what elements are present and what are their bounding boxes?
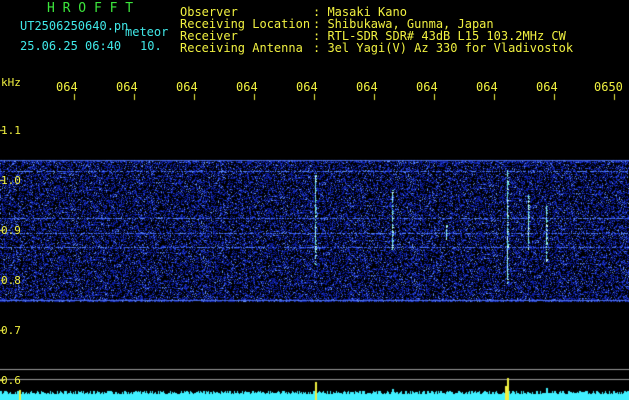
time-tick: 064 <box>176 80 198 94</box>
time-tick: 064 <box>296 80 318 94</box>
time-tick: 0650 <box>594 80 623 94</box>
time-tick: 064 <box>476 80 498 94</box>
interval-label: 10. <box>140 39 162 53</box>
brand-label: H R O F F T <box>47 1 134 16</box>
freq-tick: 0.8 <box>1 274 21 287</box>
time-tick: 064 <box>116 80 138 94</box>
time-tick: 064 <box>356 80 378 94</box>
time-tick: 064 <box>236 80 258 94</box>
time-tick: 064 <box>536 80 558 94</box>
spectrogram-canvas <box>0 0 629 400</box>
freq-tick: 0.9 <box>1 224 21 237</box>
time-tick: 064 <box>416 80 438 94</box>
mode-label: meteor <box>125 25 169 39</box>
datetime-label: 25.06.25 06:40 <box>20 39 122 53</box>
antenna-label: Receiving Antenna <box>180 41 303 55</box>
unit-label: kHz <box>1 76 21 89</box>
time-tick: 064 <box>56 80 78 94</box>
filename-label: UT2506250640.pn <box>20 19 129 33</box>
freq-tick: 0.6 <box>1 374 21 387</box>
freq-tick: 0.7 <box>1 324 21 337</box>
freq-tick: 1.0 <box>1 174 21 187</box>
antenna-value: : 3el Yagi(V) Az 330 for Vladivostok <box>313 41 574 55</box>
freq-tick: 1.1 <box>1 124 21 137</box>
